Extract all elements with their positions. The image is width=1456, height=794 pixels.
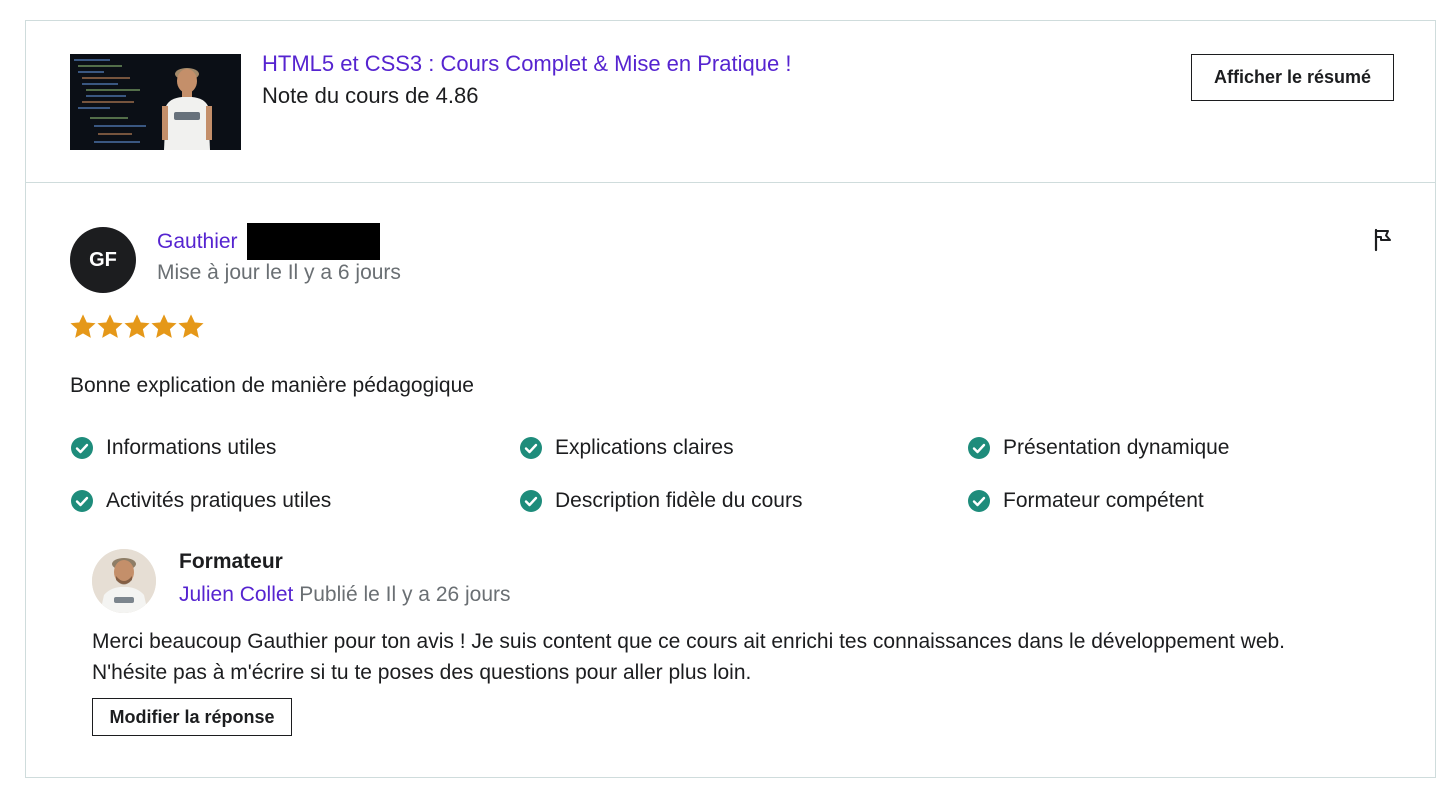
review-text: Bonne explication de manière pédagogique: [70, 374, 474, 397]
edit-response-button[interactable]: Modifier la réponse: [92, 698, 292, 736]
star-icon: [178, 314, 204, 338]
instructor-photo: [92, 549, 156, 613]
response-date: Publié le Il y a 26 jours: [299, 583, 511, 606]
check-circle-icon: [71, 437, 93, 459]
star-icon: [151, 314, 177, 338]
instructor-meta: Julien Collet Publié le Il y a 26 jours: [179, 583, 511, 607]
reviewer-avatar: GF: [70, 227, 136, 293]
tag-competent-instructor: Formateur compétent: [967, 489, 1204, 513]
instructor-role: Formateur: [179, 550, 283, 573]
tag-label: Explications claires: [555, 436, 734, 459]
tag-useful-info: Informations utiles: [70, 436, 276, 460]
check-circle-icon: [520, 437, 542, 459]
response-text: Merci beaucoup Gauthier pour ton avis ! …: [92, 626, 1392, 688]
star-icon: [97, 314, 123, 338]
tag-dynamic-presentation: Présentation dynamique: [967, 436, 1229, 460]
report-flag-icon[interactable]: [1370, 227, 1396, 253]
show-summary-button[interactable]: Afficher le résumé: [1191, 54, 1394, 101]
star-icon: [70, 314, 96, 338]
review-card: HTML5 et CSS3 : Cours Complet & Mise en …: [25, 20, 1436, 778]
tag-accurate-description: Description fidèle du cours: [519, 489, 802, 513]
review-updated-date: Mise à jour le Il y a 6 jours: [157, 261, 401, 284]
reviewer-name[interactable]: Gauthier: [157, 230, 238, 254]
star-rating: [70, 314, 204, 340]
course-header: HTML5 et CSS3 : Cours Complet & Mise en …: [26, 21, 1435, 183]
course-thumbnail-image: [70, 54, 241, 150]
instructor-avatar[interactable]: [92, 549, 156, 613]
tag-label: Présentation dynamique: [1003, 436, 1230, 459]
tag-label: Activités pratiques utiles: [106, 489, 332, 512]
course-rating: Note du cours de 4.86: [262, 83, 479, 108]
response-line: N'hésite pas à m'écrire si tu te poses d…: [92, 661, 752, 684]
course-title-link[interactable]: HTML5 et CSS3 : Cours Complet & Mise en …: [262, 51, 791, 77]
tag-label: Informations utiles: [106, 436, 277, 459]
star-icon: [124, 314, 150, 338]
check-circle-icon: [968, 437, 990, 459]
response-line: Merci beaucoup Gauthier pour ton avis ! …: [92, 630, 1286, 653]
check-circle-icon: [968, 490, 990, 512]
tag-label: Description fidèle du cours: [555, 489, 803, 512]
redacted-surname: [247, 223, 380, 260]
check-circle-icon: [520, 490, 542, 512]
course-thumbnail[interactable]: [70, 54, 241, 150]
tag-clear-explanations: Explications claires: [519, 436, 734, 460]
tag-practical-activities: Activités pratiques utiles: [70, 489, 331, 513]
check-circle-icon: [71, 490, 93, 512]
tag-label: Formateur compétent: [1003, 489, 1204, 512]
instructor-name-link[interactable]: Julien Collet: [179, 583, 293, 606]
